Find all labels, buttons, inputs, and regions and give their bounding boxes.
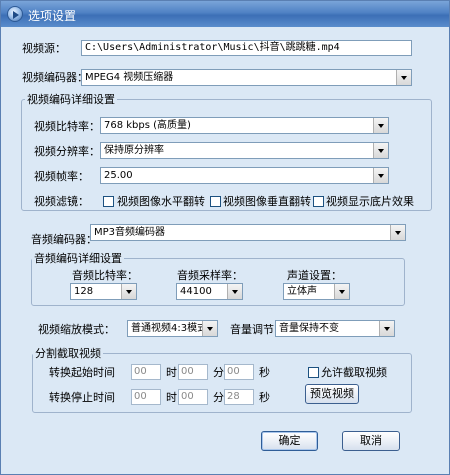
chevron-down-icon[interactable]	[202, 321, 217, 336]
clip-group	[32, 353, 412, 413]
audio-bitrate-select[interactable]: 128	[70, 283, 137, 300]
scale-mode-select[interactable]: 普通视频4:3模式	[127, 320, 218, 337]
allow-clip-label: 允许截取视频	[321, 366, 387, 379]
video-framerate-value: 25.00	[104, 170, 133, 181]
stop-time-label: 转换停止时间	[49, 391, 115, 404]
video-encoder-label: 视频编码器：	[22, 71, 88, 84]
video-framerate-select[interactable]: 25.00	[100, 167, 389, 184]
ok-button[interactable]: 确定	[261, 431, 318, 451]
cancel-button[interactable]: 取消	[342, 431, 400, 451]
video-framerate-label: 视频帧率：	[34, 170, 89, 183]
stop-second-input[interactable]: 28	[224, 389, 254, 405]
app-icon	[7, 6, 23, 22]
scale-mode-label: 视频缩放模式：	[38, 323, 115, 336]
video-filter-label: 视频滤镜：	[34, 195, 89, 208]
audio-bitrate-label: 音频比特率：	[72, 269, 138, 282]
chevron-down-icon[interactable]	[373, 168, 388, 183]
checkbox-negative-effect[interactable]	[313, 196, 324, 207]
chevron-down-icon[interactable]	[334, 284, 349, 299]
volume-select[interactable]: 音量保持不变	[275, 320, 395, 337]
stop-minute-input[interactable]: 00	[178, 389, 208, 405]
allow-clip-checkbox[interactable]	[308, 367, 319, 378]
video-source-field[interactable]: C:\Users\Administrator\Music\抖音\跳跳糖.mp4	[81, 40, 412, 56]
start-minute-input[interactable]: 00	[178, 364, 208, 380]
video-bitrate-label: 视频比特率：	[34, 120, 100, 133]
audio-encoder-select[interactable]: MP3音频编码器	[90, 224, 406, 241]
audio-samplerate-label: 音频采样率：	[177, 269, 243, 282]
video-resolution-select[interactable]: 保持原分辨率	[100, 142, 389, 159]
audio-channels-label: 声道设置：	[287, 269, 342, 282]
audio-encoder-value: MP3音频编码器	[94, 227, 166, 238]
checkbox-horizontal-flip[interactable]	[103, 196, 114, 207]
video-encoder-select[interactable]: MPEG4 视频压缩器	[81, 69, 412, 86]
start-minute-unit: 分	[213, 366, 224, 379]
audio-channels-value: 立体声	[287, 286, 317, 297]
video-source-label: 视频源：	[22, 42, 66, 55]
video-bitrate-value: 768 kbps (高质量)	[104, 120, 191, 131]
stop-hour-input[interactable]: 00	[131, 389, 161, 405]
chevron-down-icon[interactable]	[390, 225, 405, 240]
video-bitrate-select[interactable]: 768 kbps (高质量)	[100, 117, 389, 134]
video-encoder-value: MPEG4 视频压缩器	[85, 72, 174, 83]
options-dialog: 选项设置 视频源： C:\Users\Administrator\Music\抖…	[0, 0, 450, 475]
audio-samplerate-select[interactable]: 44100	[176, 283, 243, 300]
negative-effect-label: 视频显示底片效果	[326, 195, 414, 208]
audio-details-title: 音频编码详细设置	[32, 252, 124, 265]
vertical-flip-label: 视频图像垂直翻转	[223, 195, 311, 208]
chevron-down-icon[interactable]	[379, 321, 394, 336]
video-details-title: 视频编码详细设置	[25, 93, 117, 106]
chevron-down-icon[interactable]	[227, 284, 242, 299]
title-bar[interactable]: 选项设置	[1, 1, 449, 27]
video-resolution-value: 保持原分辨率	[104, 145, 164, 156]
window-title: 选项设置	[28, 9, 77, 23]
stop-second-unit: 秒	[259, 391, 270, 404]
scale-mode-value: 普通视频4:3模式	[131, 323, 208, 334]
chevron-down-icon[interactable]	[121, 284, 136, 299]
audio-samplerate-value: 44100	[180, 286, 212, 297]
audio-channels-select[interactable]: 立体声	[283, 283, 350, 300]
chevron-down-icon[interactable]	[396, 70, 411, 85]
start-hour-unit: 时	[166, 366, 177, 379]
stop-minute-unit: 分	[213, 391, 224, 404]
preview-video-button[interactable]: 预览视频	[305, 384, 359, 404]
start-time-label: 转换起始时间	[49, 366, 115, 379]
volume-value: 音量保持不变	[279, 323, 339, 334]
start-second-input[interactable]: 00	[224, 364, 254, 380]
chevron-down-icon[interactable]	[373, 143, 388, 158]
chevron-down-icon[interactable]	[373, 118, 388, 133]
video-resolution-label: 视频分辨率：	[34, 145, 100, 158]
start-hour-input[interactable]: 00	[131, 364, 161, 380]
start-second-unit: 秒	[259, 366, 270, 379]
audio-encoder-label: 音频编码器：	[31, 233, 97, 246]
audio-bitrate-value: 128	[74, 286, 94, 297]
stop-hour-unit: 时	[166, 391, 177, 404]
clip-title: 分割截取视频	[33, 347, 103, 360]
checkbox-vertical-flip[interactable]	[210, 196, 221, 207]
horizontal-flip-label: 视频图像水平翻转	[117, 195, 205, 208]
